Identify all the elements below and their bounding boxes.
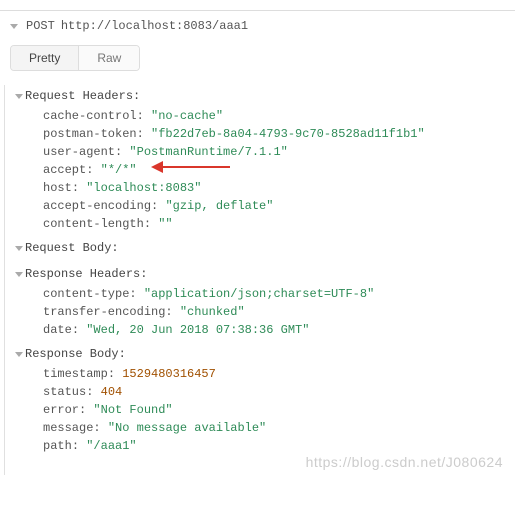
kv-value: "No message available" (108, 421, 266, 435)
kv-row: message: "No message available" (43, 419, 515, 437)
kv-value: 404 (101, 385, 123, 399)
kv-value: "Not Found" (93, 403, 172, 417)
response-body-toggle[interactable]: Response Body: (15, 343, 515, 365)
kv-key: transfer-encoding (43, 305, 165, 319)
kv-key: user-agent (43, 145, 115, 159)
chevron-down-icon (15, 246, 23, 251)
kv-key: date (43, 323, 72, 337)
raw-button[interactable]: Raw (79, 46, 139, 70)
section-title: Response Body: (25, 347, 126, 361)
kv-row: postman-token: "fb22d7eb-8a04-4793-9c70-… (43, 125, 515, 143)
kv-key: timestamp (43, 367, 108, 381)
kv-key: message (43, 421, 93, 435)
response-headers-toggle[interactable]: Response Headers: (15, 263, 515, 285)
kv-row: content-length: "" (43, 215, 515, 233)
kv-value: "no-cache" (151, 109, 223, 123)
kv-value: "application/json;charset=UTF-8" (144, 287, 374, 301)
request-headers-toggle[interactable]: Request Headers: (15, 85, 515, 107)
kv-value: "chunked" (180, 305, 245, 319)
request-headers-list: cache-control: "no-cache"postman-token: … (15, 107, 515, 233)
kv-value: "*/*" (101, 163, 137, 177)
kv-key: error (43, 403, 79, 417)
kv-row: accept-encoding: "gzip, deflate" (43, 197, 515, 215)
kv-value: "gzip, deflate" (165, 199, 273, 213)
kv-key: host (43, 181, 72, 195)
request-body-section: Request Body: (11, 237, 515, 259)
request-headers-section: Request Headers: cache-control: "no-cach… (11, 85, 515, 233)
kv-key: cache-control (43, 109, 137, 123)
kv-key: accept (43, 163, 86, 177)
request-body-toggle[interactable]: Request Body: (15, 237, 515, 259)
kv-row: error: "Not Found" (43, 401, 515, 419)
response-headers-list: content-type: "application/json;charset=… (15, 285, 515, 339)
kv-row: user-agent: "PostmanRuntime/7.1.1" (43, 143, 515, 161)
kv-key: content-length (43, 217, 144, 231)
kv-key: content-type (43, 287, 129, 301)
kv-row: transfer-encoding: "chunked" (43, 303, 515, 321)
kv-value: 1529480316457 (122, 367, 216, 381)
kv-key: postman-token (43, 127, 137, 141)
chevron-down-icon (15, 352, 23, 357)
view-toggle: Pretty Raw (10, 45, 140, 71)
kv-row: timestamp: 1529480316457 (43, 365, 515, 383)
kv-row: cache-control: "no-cache" (43, 107, 515, 125)
chevron-down-icon (15, 272, 23, 277)
kv-value: "PostmanRuntime/7.1.1" (129, 145, 287, 159)
response-body-list: timestamp: 1529480316457status: 404error… (15, 365, 515, 455)
watermark: https://blog.csdn.net/J080624 (306, 454, 503, 470)
kv-row: host: "localhost:8083" (43, 179, 515, 197)
kv-row: accept: "*/*" (43, 161, 515, 179)
kv-value: "Wed, 20 Jun 2018 07:38:36 GMT" (86, 323, 309, 337)
response-headers-section: Response Headers: content-type: "applica… (11, 263, 515, 339)
section-title: Request Headers: (25, 89, 140, 103)
request-method: POST (26, 19, 55, 33)
kv-row: path: "/aaa1" (43, 437, 515, 455)
section-title: Request Body: (25, 241, 119, 255)
kv-value: "/aaa1" (86, 439, 136, 453)
chevron-down-icon (10, 24, 18, 29)
kv-key: accept-encoding (43, 199, 151, 213)
section-title: Response Headers: (25, 267, 147, 281)
console-content: Request Headers: cache-control: "no-cach… (4, 85, 515, 475)
kv-row: status: 404 (43, 383, 515, 401)
request-row[interactable]: POST http://localhost:8083/aaa1 (0, 10, 515, 33)
kv-value: "" (158, 217, 172, 231)
kv-key: status (43, 385, 86, 399)
request-url: http://localhost:8083/aaa1 (61, 19, 248, 33)
pretty-button[interactable]: Pretty (11, 46, 79, 70)
kv-value: "fb22d7eb-8a04-4793-9c70-8528ad11f1b1" (151, 127, 425, 141)
kv-value: "localhost:8083" (86, 181, 201, 195)
chevron-down-icon (15, 94, 23, 99)
kv-row: content-type: "application/json;charset=… (43, 285, 515, 303)
kv-key: path (43, 439, 72, 453)
kv-row: date: "Wed, 20 Jun 2018 07:38:36 GMT" (43, 321, 515, 339)
response-body-section: Response Body: timestamp: 1529480316457s… (11, 343, 515, 455)
